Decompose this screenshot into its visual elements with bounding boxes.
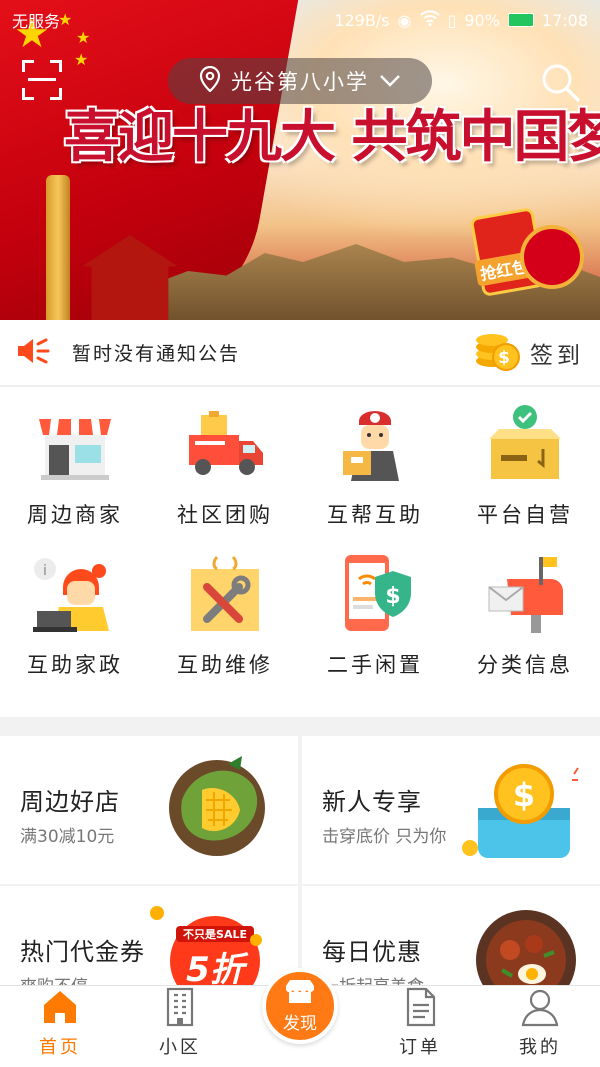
tab-label: 订单	[399, 1037, 441, 1058]
delivery-truck-icon	[183, 401, 267, 485]
emblem-graphic	[520, 225, 584, 289]
banner-headline: 喜迎十九大 共筑中国梦	[64, 104, 600, 170]
phone-shield-icon: $	[333, 551, 417, 635]
tab-label: 首页	[39, 1037, 81, 1058]
sale-badge-main: 5折	[186, 950, 244, 990]
notice-bar[interactable]: 暂时没有通知公告 $ 签到	[0, 320, 600, 386]
grid-item-label: 平台自营	[477, 503, 573, 527]
building-icon	[160, 987, 200, 1027]
grid-item-label: 社区团购	[177, 503, 273, 527]
document-icon	[400, 987, 440, 1027]
tab-discover[interactable]: 发现	[262, 968, 338, 1044]
grid-item-label: 周边商家	[27, 503, 123, 527]
grid-item-mutual-help[interactable]: 互帮互助	[300, 393, 450, 543]
svg-text:$: $	[385, 584, 400, 609]
battery-text: 90%	[464, 10, 500, 30]
promo-card-title: 每日优惠	[322, 938, 422, 966]
grid-item-label: 分类信息	[477, 653, 573, 677]
grid-item-group-buy[interactable]: 社区团购	[150, 393, 300, 543]
mailbox-icon	[483, 551, 567, 635]
promo-card-subtitle: 满30减10元	[20, 827, 115, 847]
wifi-icon	[419, 10, 440, 30]
home-icon	[40, 987, 80, 1027]
promo-card-subtitle: 击穿底价 只为你	[322, 827, 447, 847]
grid-item-classified-info[interactable]: 分类信息	[450, 543, 600, 693]
promo-card-title: 热门代金券	[20, 938, 145, 966]
tab-home[interactable]: 首页	[0, 986, 120, 1067]
housekeeper-icon: i	[33, 551, 117, 635]
user-icon	[520, 987, 560, 1027]
storefront-icon	[284, 978, 316, 1009]
sign-in-label: 签到	[530, 342, 584, 369]
grid-item-label: 互助维修	[177, 653, 273, 677]
promo-card-nearby-stores[interactable]: 周边好店 满30减10元	[0, 736, 298, 884]
promo-banner[interactable]: ★ ★ ★ ★ 喜迎十九大 共筑中国梦 抢红包	[0, 0, 600, 320]
grid-item-self-operated[interactable]: 平台自营	[450, 393, 600, 543]
battery-icon	[507, 13, 534, 27]
tab-label: 小区	[159, 1037, 201, 1058]
tools-icon	[183, 551, 267, 635]
grid-item-repair[interactable]: 互助维修	[150, 543, 300, 693]
tab-orders[interactable]: 订单	[360, 986, 480, 1067]
scan-icon[interactable]	[22, 60, 62, 100]
coin-icon	[150, 906, 164, 920]
coin-icon	[250, 934, 262, 946]
pillar-graphic	[46, 175, 70, 320]
clock: 17:08	[541, 10, 588, 30]
promo-card-title: 新人专享	[322, 788, 422, 816]
coin-stack-icon: $	[474, 327, 520, 379]
grid-item-housekeeping[interactable]: i 互助家政	[0, 543, 150, 693]
tab-label: 发现	[283, 1014, 317, 1034]
grid-item-label: 互助家政	[27, 653, 123, 677]
speaker-icon	[16, 336, 50, 370]
courier-icon	[333, 401, 417, 485]
location-name: 光谷第八小学	[231, 70, 369, 94]
tab-community[interactable]: 小区	[120, 986, 240, 1067]
coin-wallet-image: $	[462, 754, 582, 868]
location-pin-icon	[199, 65, 221, 97]
location-status-icon: ◉	[397, 10, 412, 30]
grid-item-label: 互帮互助	[327, 503, 423, 527]
sim-alert-icon: ▯	[447, 10, 457, 30]
grid-item-label: 二手闲置	[327, 653, 423, 677]
search-icon[interactable]	[538, 60, 582, 104]
grid-item-nearby-shops[interactable]: 周边商家	[0, 393, 150, 543]
box-check-icon	[483, 401, 567, 485]
app-screen: ★ ★ ★ ★ 喜迎十九大 共筑中国梦 抢红包 无服务 129B/s ◉ ▯ 9…	[0, 0, 600, 1067]
star-icon: ★	[74, 50, 89, 69]
sign-in-button[interactable]: $ 签到	[474, 327, 584, 379]
promo-section: 周边好店 满30减10元 新人专享 击穿底价 只为你 $ 热门代金券 爽购不停 …	[0, 736, 600, 1034]
status-bar: 无服务 129B/s ◉ ▯ 90% 17:08	[0, 0, 600, 40]
chevron-down-icon	[379, 69, 401, 93]
tab-mine[interactable]: 我的	[480, 986, 600, 1067]
notice-text: 暂时没有通知公告	[72, 343, 241, 365]
svg-text:$: $	[498, 348, 514, 368]
carrier-text: 无服务	[12, 12, 61, 31]
mango-image	[162, 750, 272, 864]
service-grid: 周边商家 社区团购 互帮互助 平台自营 i 互助家政 互助维修 $ 二手闲置 分…	[0, 387, 600, 717]
svg-text:$: $	[513, 776, 535, 814]
sale-badge-top: 不只是SALE	[176, 926, 254, 942]
svg-text:i: i	[43, 563, 47, 579]
promo-card-newcomer[interactable]: 新人专享 击穿底价 只为你 $	[302, 736, 600, 884]
network-speed: 129B/s	[334, 10, 390, 30]
shop-icon	[33, 401, 117, 485]
grid-item-second-hand[interactable]: $ 二手闲置	[300, 543, 450, 693]
promo-card-title: 周边好店	[20, 788, 120, 816]
location-selector[interactable]: 光谷第八小学	[168, 58, 432, 104]
tab-label: 我的	[519, 1037, 561, 1058]
